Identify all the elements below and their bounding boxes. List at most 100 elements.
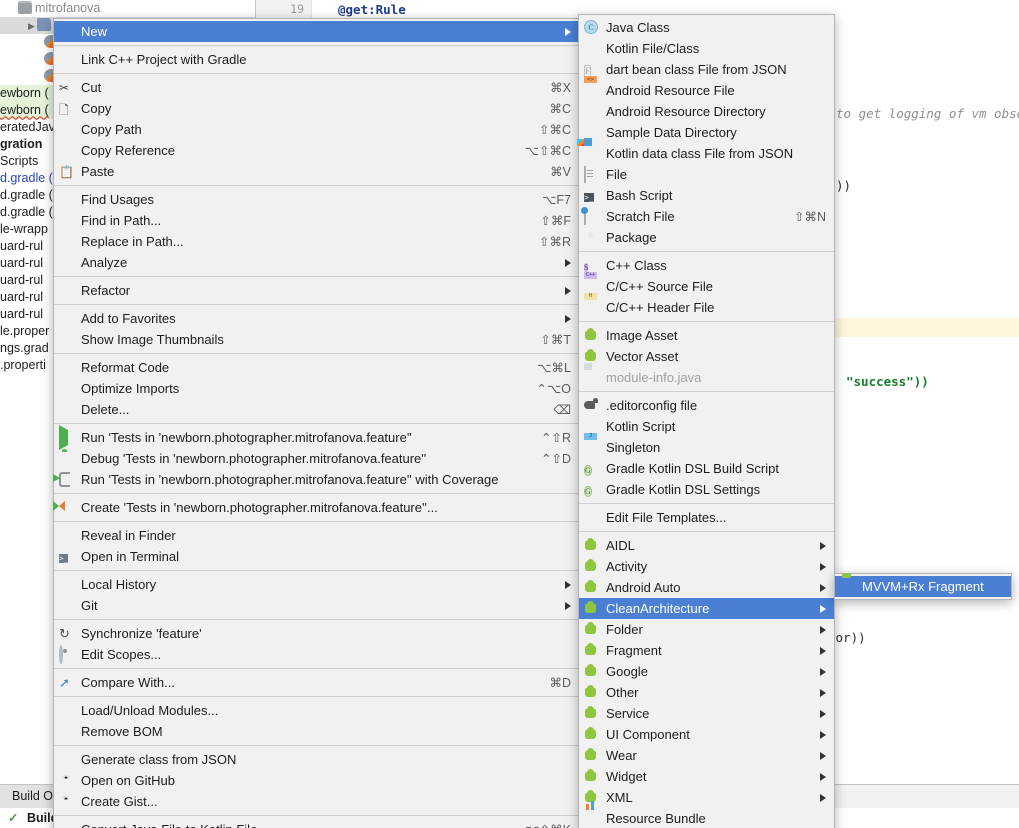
kotlin-file-icon [584, 41, 600, 56]
menu-item-debug-tests-in-newborn-photographer-mitrofanova-[interactable]: Debug 'Tests in 'newborn.photographer.mi… [54, 448, 579, 469]
menu-item-git[interactable]: Git [54, 595, 579, 616]
menu-item-label: Java Class [606, 20, 670, 35]
menu-item-android-resource-directory[interactable]: Android Resource Directory [579, 101, 834, 122]
menu-item-package[interactable]: Package [579, 227, 834, 248]
menu-item-dart-bean-class-file-from-json[interactable]: Fdart bean class File from JSON [579, 59, 834, 80]
menu-item-convert-java-file-to-kotlin-file[interactable]: Convert Java File to Kotlin File ⌥⇧⌘K [54, 819, 579, 828]
menu-item-cut[interactable]: ✂ Cut ⌘X [54, 77, 579, 98]
menu-item-copy[interactable]: 🗋 Copy ⌘C [54, 98, 579, 119]
menu-item-edit-file-templates[interactable]: Edit File Templates... [579, 507, 834, 528]
menu-item-reformat-code[interactable]: Reformat Code ⌥⌘L [54, 357, 579, 378]
menu-item-ui-component[interactable]: UI Component [579, 724, 834, 745]
menu-item-gradle-kotlin-dsl-settings[interactable]: G Gradle Kotlin DSL Settings [579, 479, 834, 500]
chevron-right-icon [820, 604, 826, 613]
menu-item-remove-bom[interactable]: Remove BOM [54, 721, 579, 742]
menu-item-open-in-terminal[interactable]: >_ Open in Terminal [54, 546, 579, 567]
menu-item-service[interactable]: Service [579, 703, 834, 724]
menu-item-add-to-favorites[interactable]: Add to Favorites [54, 308, 579, 329]
menu-item-load-unload-modules[interactable]: Load/Unload Modules... [54, 700, 579, 721]
menu-item-resource-bundle[interactable]: Resource Bundle [579, 808, 834, 828]
menu-item-show-image-thumbnails[interactable]: Show Image Thumbnails ⇧⌘T [54, 329, 579, 350]
menu-item-run-tests-in-newborn-photographer-mitrofanova-fe[interactable]: Run 'Tests in 'newborn.photographer.mitr… [54, 469, 579, 490]
menu-item-refactor[interactable]: Refactor [54, 280, 579, 301]
menu-item-label: Resource Bundle [606, 811, 706, 826]
menu-item-vector-asset[interactable]: Vector Asset [579, 346, 834, 367]
menu-item-compare-with[interactable]: ➚ Compare With... ⌘D [54, 672, 579, 693]
chevron-right-icon[interactable]: ▶ [28, 18, 37, 35]
code-fragment-string: "success")) [846, 374, 929, 389]
menu-item-gradle-kotlin-dsl-build-script[interactable]: G Gradle Kotlin DSL Build Script [579, 458, 834, 479]
menu-item-open-on-github[interactable]: Open on GitHub [54, 770, 579, 791]
chevron-right-icon [565, 286, 571, 295]
menu-item-bash-script[interactable]: >_ Bash Script [579, 185, 834, 206]
code-fragment-parens: )) [836, 178, 852, 193]
menu-item-label: Copy Path [81, 122, 142, 137]
menu-item-other[interactable]: Other [579, 682, 834, 703]
android-icon [584, 328, 600, 343]
menu-item-cleanarchitecture[interactable]: CleanArchitecture [579, 598, 834, 619]
menu-item-shortcut: ⇧⌘R [538, 235, 571, 249]
menu-item-replace-in-path[interactable]: Replace in Path... ⇧⌘R [54, 231, 579, 252]
menu-item-analyze[interactable]: Analyze [54, 252, 579, 273]
menu-item-label: Show Image Thumbnails [81, 332, 224, 347]
menu-item-fragment[interactable]: Fragment [579, 640, 834, 661]
menu-item-c-c-source-file[interactable]: C/C++ Source File [579, 276, 834, 297]
menu-item-image-asset[interactable]: Image Asset [579, 325, 834, 346]
android-icon [584, 685, 600, 700]
menu-item-widget[interactable]: Widget [579, 766, 834, 787]
menu-item-edit-scopes[interactable]: Edit Scopes... [54, 644, 579, 665]
menu-item-android-resource-file[interactable]: Android Resource File [579, 80, 834, 101]
menu-item-copy-path[interactable]: Copy Path ⇧⌘C [54, 119, 579, 140]
menu-item-paste[interactable]: 📋 Paste ⌘V [54, 161, 579, 182]
menu-item-copy-reference[interactable]: Copy Reference ⌥⇧⌘C [54, 140, 579, 161]
menu-item-aidl[interactable]: AIDL [579, 535, 834, 556]
menu-item-shortcut: ⌘V [550, 165, 571, 179]
tree-row-label: ewborn ( [0, 86, 49, 100]
menu-item-local-history[interactable]: Local History [54, 574, 579, 595]
none [59, 255, 75, 270]
menu-item-kotlin-script[interactable]: Kotlin Script [579, 416, 834, 437]
android-icon [584, 727, 600, 742]
menu-item-label: Replace in Path... [81, 234, 184, 249]
menu-item-label: Image Asset [606, 328, 678, 343]
menu-item-file[interactable]: File [579, 164, 834, 185]
menu-item-find-in-path[interactable]: Find in Path... ⇧⌘F [54, 210, 579, 231]
menu-item-delete[interactable]: Delete... ⌫ [54, 399, 579, 420]
menu-item-xml[interactable]: XML [579, 787, 834, 808]
menu-item-c-class[interactable]: S C++ Class [579, 255, 834, 276]
menu-item-kotlin-data-class-file-from-json[interactable]: Kotlin data class File from JSON [579, 143, 834, 164]
menu-item-kotlin-file-class[interactable]: Kotlin File/Class [579, 38, 834, 59]
menu-item-activity[interactable]: Activity [579, 556, 834, 577]
menu-item-google[interactable]: Google [579, 661, 834, 682]
menu-item-editorconfig-file[interactable]: .editorconfig file [579, 395, 834, 416]
menu-item-run-tests-in-newborn-photographer-mitrofanova-fe[interactable]: Run 'Tests in 'newborn.photographer.mitr… [54, 425, 579, 450]
clean-architecture-submenu[interactable]: MVVM+Rx Fragment [834, 573, 1012, 600]
menu-item-mvvm-rx-fragment[interactable]: MVVM+Rx Fragment [835, 576, 1011, 597]
tree-row[interactable]: mitrofanova [0, 0, 255, 17]
menu-item-reveal-in-finder[interactable]: Reveal in Finder [54, 525, 579, 546]
menu-item-optimize-imports[interactable]: Optimize Imports ⌃⌥O [54, 378, 579, 399]
menu-item-java-class[interactable]: C Java Class [579, 17, 834, 38]
menu-item-shortcut: ⌥⌘L [537, 361, 571, 375]
menu-item-find-usages[interactable]: Find Usages ⌥F7 [54, 189, 579, 210]
menu-item-singleton[interactable]: Singleton [579, 437, 834, 458]
menu-separator [579, 531, 834, 532]
menu-item-module-info-java[interactable]: module-info.java [579, 367, 834, 388]
menu-item-android-auto[interactable]: Android Auto [579, 577, 834, 598]
project-context-menu[interactable]: New Link C++ Project with Gradle ✂ Cut ⌘X 🗋 Co… [53, 18, 580, 828]
menu-item-generate-class-from-json[interactable]: Generate class from JSON [54, 749, 579, 770]
menu-item-label: Convert Java File to Kotlin File [81, 822, 499, 828]
menu-item-wear[interactable]: Wear [579, 745, 834, 766]
menu-item-folder[interactable]: Folder [579, 619, 834, 640]
menu-item-create-gist[interactable]: Create Gist... [54, 791, 579, 812]
menu-item-synchronize-feature[interactable]: ↻ Synchronize 'feature' [54, 623, 579, 644]
menu-item-create-tests-in-newborn-photographer-mitrofanova[interactable]: Create 'Tests in 'newborn.photographer.m… [54, 497, 579, 518]
menu-item-new[interactable]: New [54, 21, 579, 42]
menu-item-sample-data-directory[interactable]: Sample Data Directory [579, 122, 834, 143]
menu-item-scratch-file[interactable]: Scratch File ⇧⌘N [579, 206, 834, 227]
new-submenu[interactable]: C Java Class Kotlin File/Class Fdart bean c… [578, 14, 835, 828]
menu-item-c-c-header-file[interactable]: C/C++ Header File [579, 297, 834, 318]
menu-item-link-c-project-with-gradle[interactable]: Link C++ Project with Gradle [54, 49, 579, 70]
none [59, 332, 75, 347]
create-icon [59, 500, 75, 515]
